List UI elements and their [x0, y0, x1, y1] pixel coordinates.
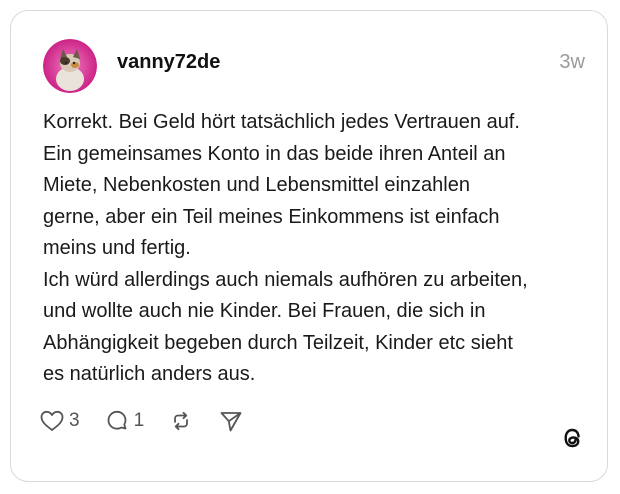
post-text-line: Ein gemeinsames Konto in das beide ihren… [43, 142, 506, 165]
post-text-line: und wollte auch nie Kinder. Bei Frauen, … [43, 300, 486, 322]
avatar-image [43, 39, 97, 93]
repost-button[interactable] [168, 409, 194, 433]
send-icon [220, 412, 242, 432]
post-text-line: gerne, aber ein Teil meines Einkommens i… [43, 205, 500, 228]
repost-icon [174, 411, 189, 431]
post-text-line: Ich würd allerdings auch niemals aufhöre… [43, 268, 528, 291]
post-text-line: Abhängigkeit begeben durch Teilzeit, Kin… [43, 331, 513, 354]
threads-logo-icon[interactable] [559, 425, 585, 451]
avatar[interactable] [43, 39, 97, 93]
like-button[interactable]: 3 [39, 409, 80, 433]
reply-button[interactable]: 1 [104, 409, 145, 433]
post-card: vanny72de 3w Korrekt. Bei Geld hört tats… [10, 10, 608, 482]
post-text-line: Korrekt. Bei Geld hört tatsächlich jedes… [43, 111, 520, 133]
post-text-line: es natürlich anders aus. [43, 363, 256, 385]
username[interactable]: vanny72de [117, 51, 220, 74]
reply-count: 1 [133, 410, 145, 431]
like-count: 3 [69, 410, 80, 431]
post-text-line: meins und fertig. [43, 237, 191, 259]
post-text: Korrekt. Bei Geld hört tatsächlich jedes… [43, 107, 591, 391]
heart-icon [40, 410, 64, 431]
comment-icon [107, 410, 126, 430]
post-text-line: Miete, Nebenkosten und Lebensmittel einz… [43, 174, 470, 196]
action-bar: 3 1 [39, 407, 268, 435]
post-time: 3w [559, 51, 585, 73]
share-button[interactable] [218, 409, 244, 433]
